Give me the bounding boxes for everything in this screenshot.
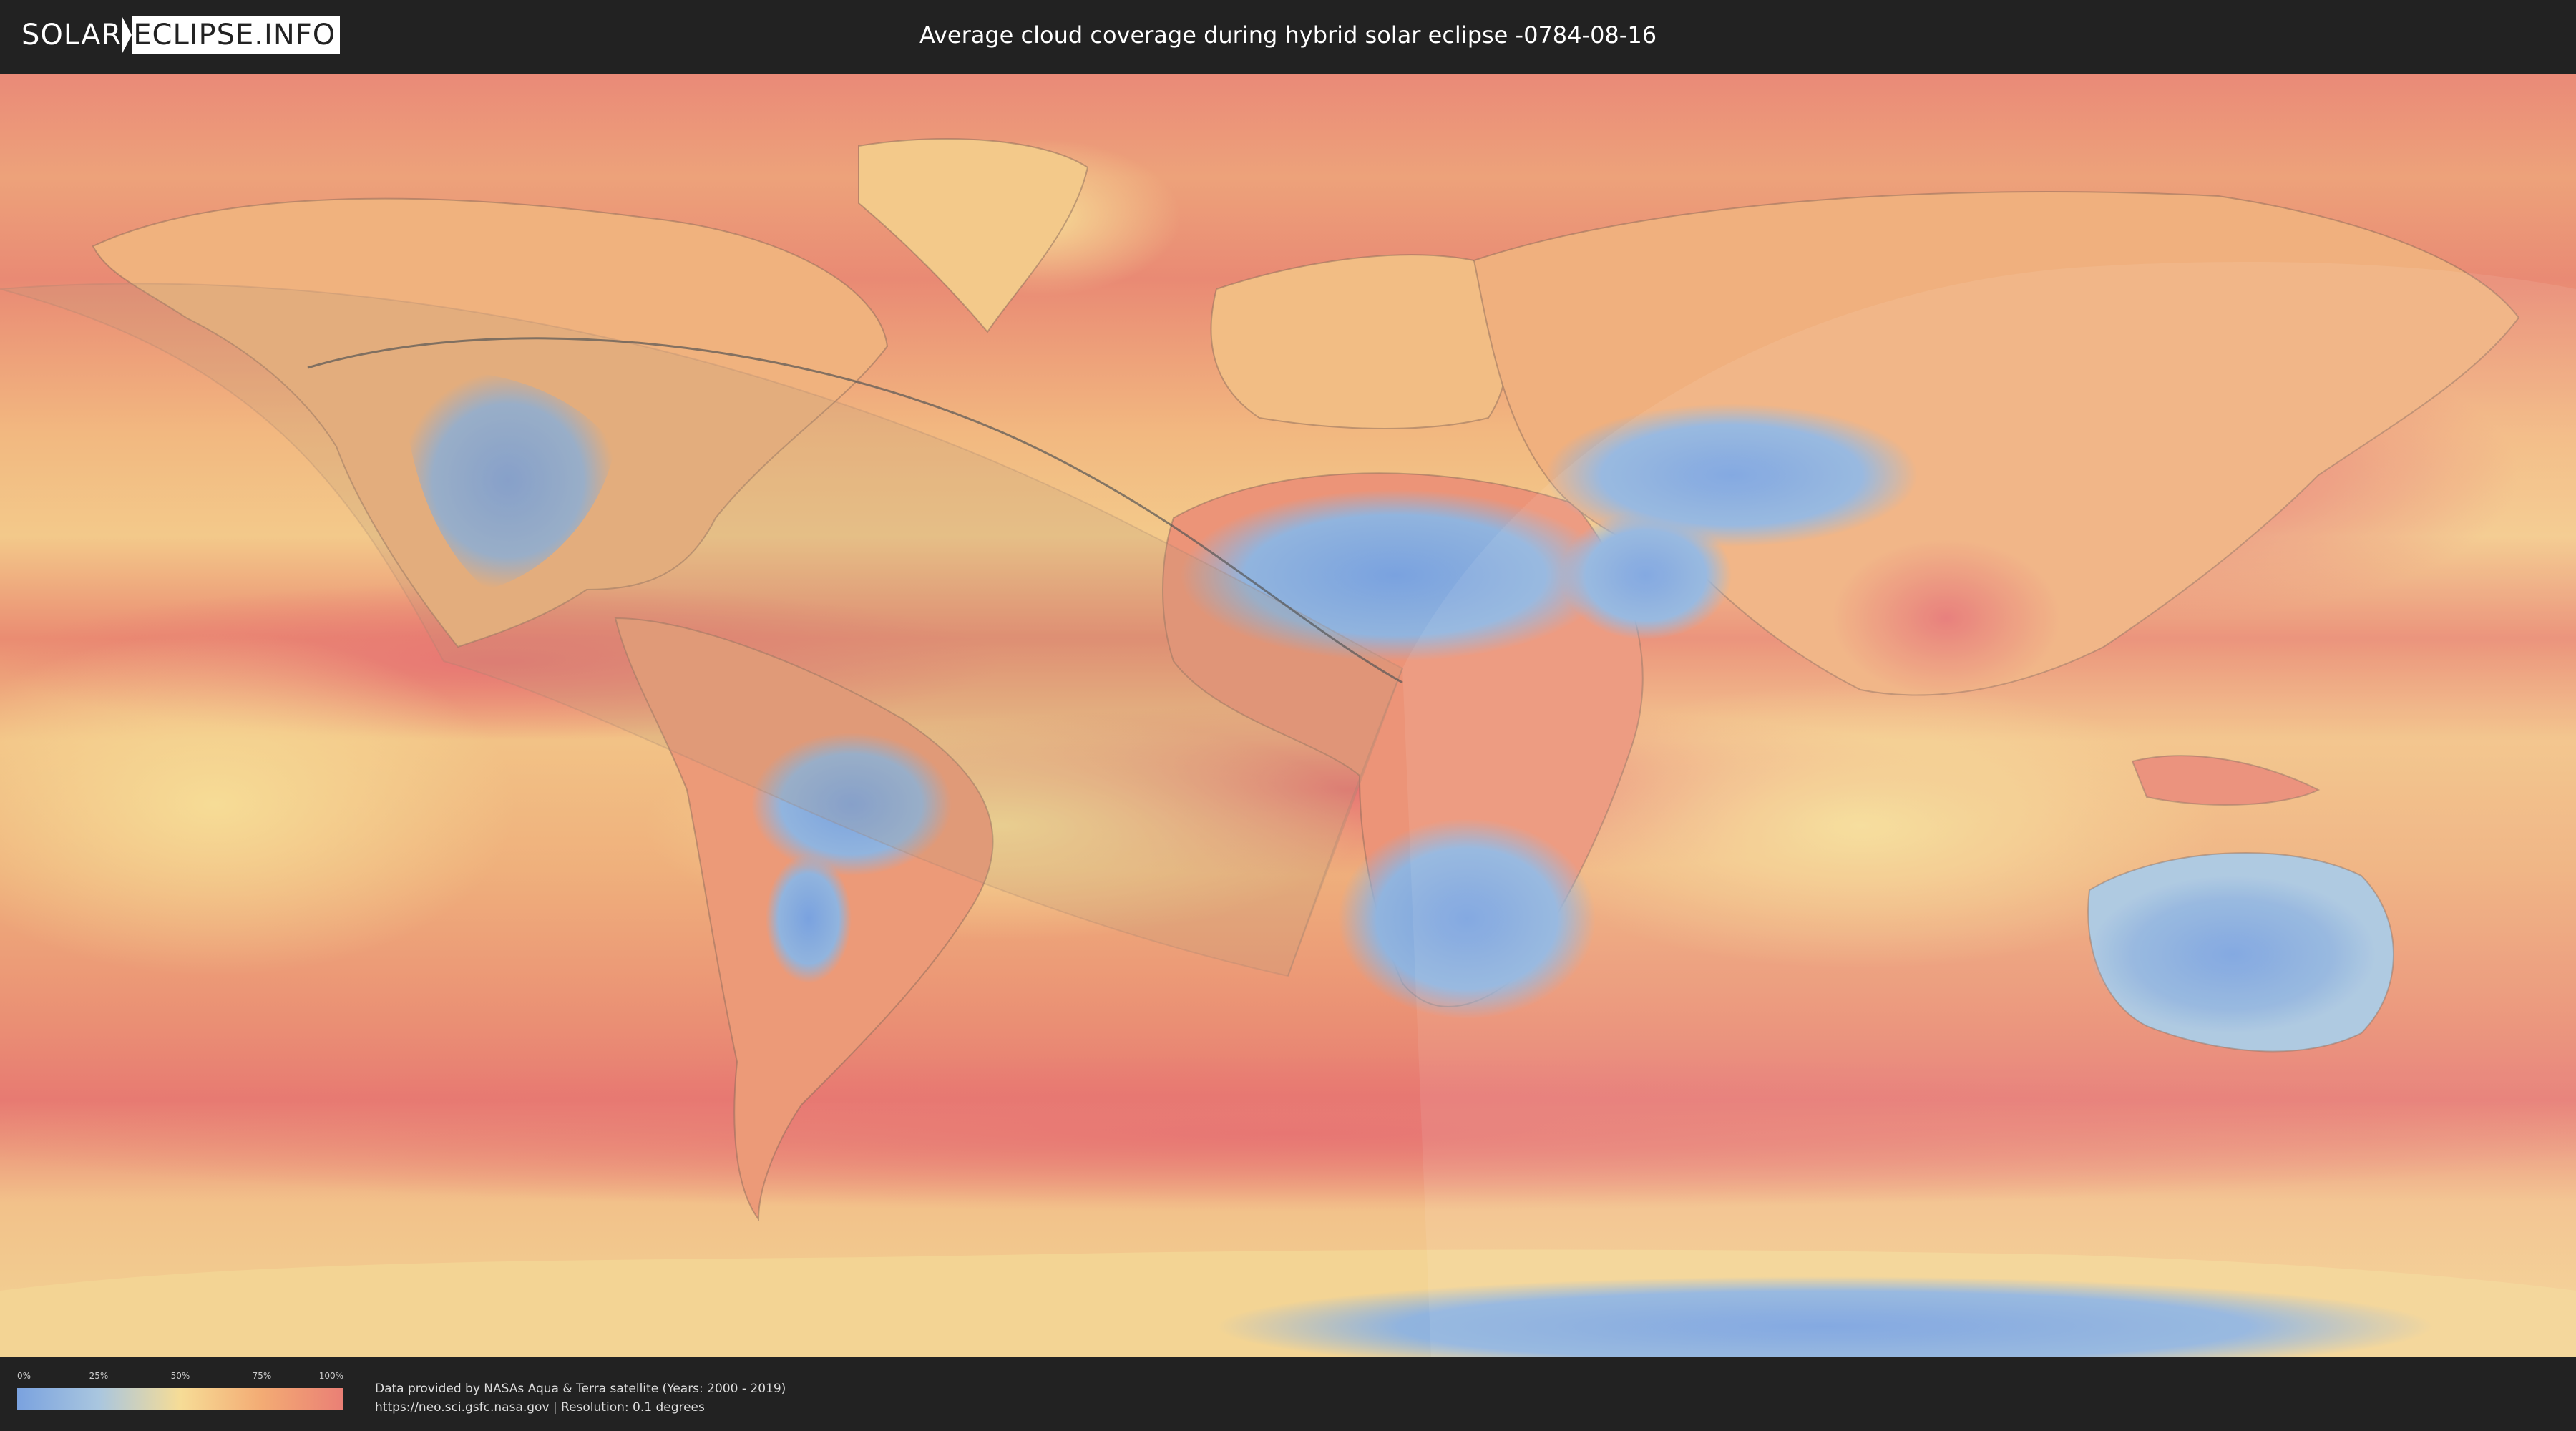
data-credits: Data provided by NASAs Aqua & Terra sate… <box>375 1379 786 1417</box>
page: SOLAR ECLIPSE.INFO Average cloud coverag… <box>0 0 2576 1431</box>
legend-tick-50: 50% <box>170 1371 190 1381</box>
legend-tick-0: 0% <box>17 1371 31 1381</box>
legend-tick-100: 100% <box>318 1371 343 1381</box>
credit-line-url[interactable]: https://neo.sci.gsfc.nasa.gov | Resoluti… <box>375 1398 786 1417</box>
legend-color-bar <box>17 1388 343 1410</box>
page-title: Average cloud coverage during hybrid sol… <box>919 21 1657 49</box>
legend-tick-25: 25% <box>89 1371 109 1381</box>
cloud-legend: 0% 25% 50% 75% 100% <box>17 1371 343 1428</box>
legend-tick-75: 75% <box>252 1371 272 1381</box>
credit-line-source: Data provided by NASAs Aqua & Terra sate… <box>375 1382 786 1396</box>
footer-bar: 0% 25% 50% 75% 100% Data provided by NAS… <box>0 1357 2576 1431</box>
world-map-svg <box>0 74 2576 1357</box>
legend-ticks: 0% 25% 50% 75% 100% <box>17 1371 343 1385</box>
cloud-coverage-map[interactable] <box>0 74 2576 1357</box>
header-bar: SOLAR ECLIPSE.INFO Average cloud coverag… <box>0 0 2576 72</box>
